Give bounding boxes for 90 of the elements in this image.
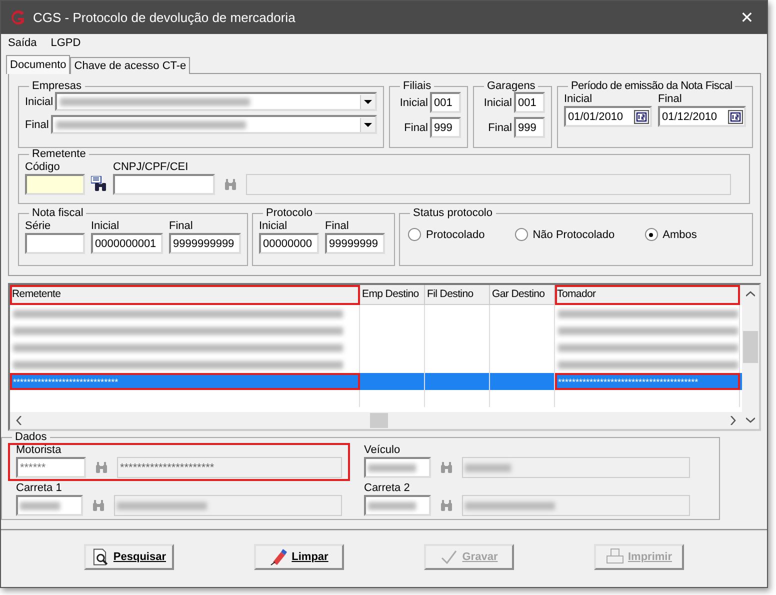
binoculars-icon[interactable]	[91, 176, 107, 192]
field-label: Final	[169, 219, 194, 233]
column-header[interactable]: Remetente	[10, 285, 360, 305]
input-field[interactable]	[364, 457, 431, 478]
window-title: CGS - Protocolo de devolução de mercadoria	[33, 10, 296, 25]
group-title: Nota fiscal	[31, 207, 84, 219]
field-label: Carreta 2	[364, 481, 410, 495]
field-label: Inicial	[259, 219, 288, 233]
group-title: Remetente	[31, 148, 87, 160]
input-field[interactable]: 001	[430, 92, 461, 113]
table-row[interactable]	[10, 356, 742, 373]
calendar-icon[interactable]	[728, 110, 743, 124]
dropdown[interactable]	[50, 115, 377, 134]
vertical-scrollbar[interactable]	[742, 285, 759, 429]
input-field[interactable]	[113, 174, 215, 195]
group-title: Status protocolo	[412, 207, 494, 219]
input-field[interactable]: 99999999	[325, 233, 385, 254]
group-title: Garagens	[486, 80, 536, 92]
field-label: Final	[325, 219, 350, 233]
field-label: Carreta 1	[16, 481, 62, 495]
input-field[interactable]	[25, 174, 85, 195]
scrollbar-thumb[interactable]	[370, 413, 388, 428]
blurred-text	[368, 464, 416, 472]
input-field[interactable]: ******	[16, 457, 86, 478]
table-cell: ******************************	[13, 376, 118, 386]
blurred-text	[464, 464, 511, 472]
input-field[interactable]	[462, 457, 690, 478]
group-title: Filiais	[402, 80, 432, 92]
scrollbar-thumb[interactable]	[743, 331, 758, 363]
radio-option[interactable]: Ambos	[644, 228, 697, 241]
field-label: Final	[658, 92, 683, 106]
field-label: Inicial	[398, 96, 428, 110]
input-field[interactable]	[16, 495, 83, 516]
field-label: Inicial	[564, 92, 594, 106]
table-row[interactable]: ****************************** ****************************************	[10, 373, 742, 390]
horizontal-scrollbar[interactable]	[10, 412, 742, 429]
radio-option[interactable]: Protocolado	[408, 228, 485, 241]
search-button[interactable]: Pesquisar	[84, 544, 174, 570]
menu-item[interactable]: LGPD	[50, 36, 81, 50]
magnifier-page-icon	[92, 548, 110, 566]
checkmark-icon	[440, 548, 458, 566]
field-label: Veículo	[364, 443, 400, 457]
field-label: Final	[487, 120, 512, 134]
input-field[interactable]	[114, 495, 342, 516]
column-header[interactable]: Gar Destino	[490, 285, 555, 305]
field-label: Série	[25, 219, 52, 233]
field-label: Final	[403, 120, 428, 134]
radio-option[interactable]: Não Protocolado	[514, 228, 615, 241]
column-header[interactable]: Tomador	[555, 285, 740, 305]
date-field[interactable]: 01/01/2010	[564, 106, 652, 127]
field-label: CNPJ/CPF/CEI	[113, 160, 190, 174]
table-row[interactable]	[10, 305, 742, 322]
field-label: Inicial	[482, 96, 512, 110]
input-field[interactable]: **********************	[117, 457, 342, 478]
input-field[interactable]: 999	[430, 117, 461, 138]
input-field[interactable]	[25, 233, 85, 254]
group-title: Protocolo	[265, 207, 314, 219]
input-field[interactable]: 0000000001	[91, 233, 163, 254]
blurred-text	[20, 502, 60, 510]
close-button[interactable]: ✕	[727, 2, 767, 32]
clear-button[interactable]: Limpar	[254, 544, 344, 570]
date-field[interactable]: 01/12/2010	[658, 106, 746, 127]
printer-icon	[606, 548, 624, 566]
column-header[interactable]: Emp Destino	[360, 285, 425, 305]
table-row[interactable]	[10, 322, 742, 339]
field-label: Final	[25, 118, 49, 132]
table-row[interactable]	[10, 339, 742, 356]
input-field[interactable]: 9999999999	[169, 233, 241, 254]
blurred-text	[368, 502, 416, 510]
eraser-icon	[270, 548, 288, 566]
dropdown[interactable]	[55, 92, 377, 111]
input-field[interactable]	[462, 495, 690, 516]
field-label: Inicial	[25, 94, 54, 108]
input-field[interactable]: 999	[514, 117, 545, 138]
input-field[interactable]: 00000000	[259, 233, 319, 254]
field-label: Inicial	[91, 219, 120, 233]
input-field[interactable]: 001	[514, 92, 545, 113]
input-field[interactable]	[364, 495, 431, 516]
field-label: Código	[25, 160, 61, 174]
field-label: Motorista	[16, 443, 62, 457]
column-header[interactable]: Fil Destino	[425, 285, 490, 305]
tab[interactable]: Documento	[6, 55, 70, 74]
calendar-icon[interactable]	[634, 110, 649, 124]
group-title: Empresas	[31, 80, 83, 92]
table-cell: ****************************************	[558, 376, 698, 386]
tab[interactable]: Chave de acesso CT-e	[70, 57, 190, 74]
logo-icon	[9, 10, 27, 26]
group-title: Dados	[14, 431, 48, 443]
menu-item[interactable]: Saída	[8, 36, 37, 50]
group-title: Período de emissão da Nota Fiscal	[570, 80, 734, 92]
